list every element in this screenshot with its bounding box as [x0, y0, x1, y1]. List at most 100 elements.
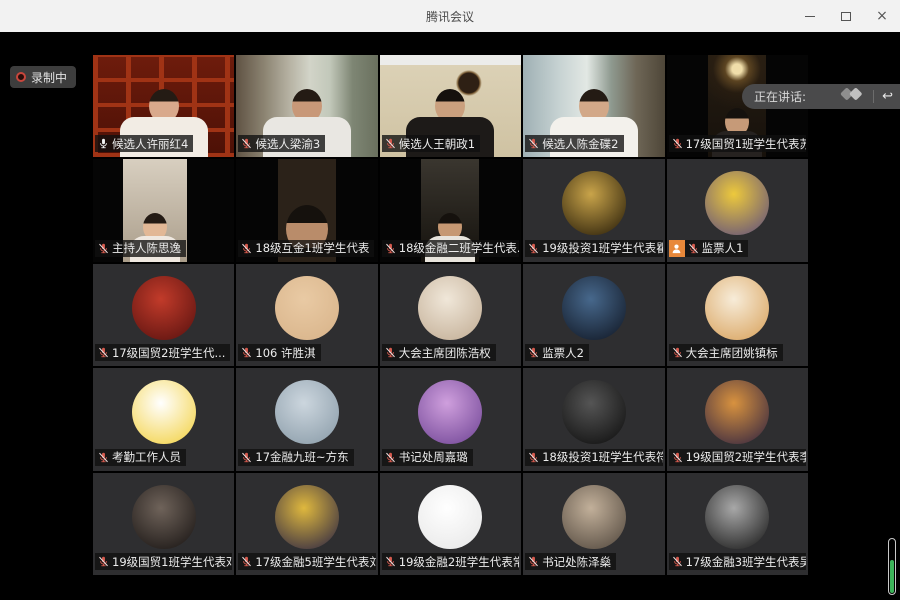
participant-name: 大会主席团姚镇标 — [686, 345, 778, 361]
participant-name-label: 19级国贸2班学生代表李... — [669, 449, 806, 466]
participant-tile[interactable]: 17级金融5班学生代表刘... — [236, 473, 377, 575]
mic-muted-icon — [98, 347, 109, 358]
participant-tile[interactable]: 候选人陈金碟2 — [523, 55, 664, 157]
participant-name-label: 书记处陈泽燊 — [525, 553, 616, 570]
maximize-button[interactable] — [828, 0, 864, 32]
mic-muted-icon — [385, 138, 396, 149]
participant-tile[interactable]: 17金融九班~方东 — [236, 368, 377, 470]
recording-indicator[interactable]: 录制中 — [10, 66, 76, 88]
avatar — [705, 485, 769, 549]
mic-muted-icon — [385, 452, 396, 463]
participant-tile[interactable]: 考勤工作人员 — [93, 368, 234, 470]
participant-name-label: 19级国贸1班学生代表邓... — [95, 553, 232, 570]
mic-muted-icon — [241, 347, 252, 358]
participant-tile[interactable]: 大会主席团姚镇标 — [667, 264, 808, 366]
avatar — [132, 380, 196, 444]
participant-name: 书记处陈泽燊 — [542, 554, 611, 570]
mic-muted-icon — [241, 138, 252, 149]
mic-muted-icon — [528, 556, 539, 567]
participant-name: 候选人许丽红4 — [112, 136, 188, 152]
participant-name-label: 17级国贸2班学生代... — [95, 344, 230, 361]
participant-tile[interactable]: 19级金融2班学生代表常... — [380, 473, 521, 575]
avatar — [562, 485, 626, 549]
scrollbar[interactable] — [888, 538, 896, 595]
avatar — [418, 380, 482, 444]
avatar — [562, 380, 626, 444]
participant-tile[interactable]: 候选人梁渝3 — [236, 55, 377, 157]
avatar — [418, 485, 482, 549]
participant-name-label: 大会主席团陈浩权 — [382, 344, 496, 361]
window-controls: × — [792, 0, 900, 32]
close-button[interactable]: × — [864, 0, 900, 32]
mic-muted-icon — [672, 138, 683, 149]
participant-tile[interactable]: 监票人1 — [667, 159, 808, 261]
reply-arrow-icon[interactable]: ↩ — [882, 89, 893, 104]
participant-name: 19级国贸2班学生代表李... — [686, 449, 806, 465]
participant-name: 主持人陈思逸 — [112, 240, 181, 256]
participant-name-label: 18级互金1班学生代表 — [238, 240, 374, 257]
avatar — [275, 276, 339, 340]
avatar — [705, 276, 769, 340]
mic-muted-icon — [241, 556, 252, 567]
participant-name-label: 18级金融二班学生代表... — [382, 240, 519, 257]
participant-name: 候选人王朝政1 — [399, 136, 475, 152]
window-title: 腾讯会议 — [426, 8, 474, 25]
participant-name-label: 18级投资1班学生代表符... — [525, 449, 662, 466]
participant-name-label: 候选人陈金碟2 — [525, 135, 623, 152]
mic-muted-icon — [528, 452, 539, 463]
participant-name: 19级金融2班学生代表常... — [399, 554, 519, 570]
minimize-icon — [805, 16, 815, 17]
participant-tile[interactable]: 19级投资1班学生代表瞿... — [523, 159, 664, 261]
participant-tile[interactable]: 17级国贸2班学生代... — [93, 264, 234, 366]
avatar — [705, 171, 769, 235]
participant-tile[interactable]: 书记处周嘉璐 — [380, 368, 521, 470]
participant-name-label: 19级金融2班学生代表常... — [382, 553, 519, 570]
participant-name-label: 候选人许丽红4 — [95, 135, 193, 152]
participant-tile[interactable]: 候选人许丽红4 — [93, 55, 234, 157]
scrollbar-thumb[interactable] — [890, 560, 894, 593]
mic-muted-icon — [528, 347, 539, 358]
participant-name: 17级国贸2班学生代... — [112, 345, 225, 361]
participant-tile[interactable]: 候选人王朝政1 — [380, 55, 521, 157]
mic-muted-icon — [385, 243, 396, 254]
minimize-button[interactable] — [792, 0, 828, 32]
avatar — [275, 485, 339, 549]
mic-muted-icon — [98, 243, 109, 254]
participant-name-label: 17级金融3班学生代表吴... — [669, 553, 806, 570]
avatar — [562, 171, 626, 235]
participant-name: 考勤工作人员 — [112, 449, 181, 465]
participant-name: 监票人2 — [542, 345, 584, 361]
participant-tile[interactable]: 18级金融二班学生代表... — [380, 159, 521, 261]
participant-tile[interactable]: 19级国贸1班学生代表邓... — [93, 473, 234, 575]
participant-name: 候选人陈金碟2 — [542, 136, 618, 152]
participant-name: 监票人1 — [702, 240, 744, 256]
participant-name-label: 106 许胜淇 — [238, 344, 320, 361]
participant-name: 106 许胜淇 — [255, 345, 315, 361]
window-titlebar: 腾讯会议 × — [0, 0, 900, 32]
participant-name: 17金融九班~方东 — [255, 449, 348, 465]
participant-grid: 候选人许丽红4 候选人梁渝3 候选人王朝政1 候选人陈金碟2 17级国贸1班学生… — [93, 55, 808, 575]
participant-name-label: 考勤工作人员 — [95, 449, 186, 466]
participant-name-label: 17级国贸1班学生代表苏... — [669, 135, 806, 152]
participant-name: 书记处周嘉璐 — [399, 449, 468, 465]
participant-tile[interactable]: 18级互金1班学生代表 — [236, 159, 377, 261]
participant-tile[interactable]: 书记处陈泽燊 — [523, 473, 664, 575]
layers-icon[interactable] — [838, 87, 868, 107]
participant-name-label: 监票人1 — [669, 240, 749, 257]
participant-name-label: 候选人梁渝3 — [238, 135, 325, 152]
participant-name: 18级投资1班学生代表符... — [542, 449, 662, 465]
participant-tile[interactable]: 17级金融3班学生代表吴... — [667, 473, 808, 575]
participant-tile[interactable]: 18级投资1班学生代表符... — [523, 368, 664, 470]
participant-tile[interactable]: 监票人2 — [523, 264, 664, 366]
participant-tile[interactable]: 大会主席团陈浩权 — [380, 264, 521, 366]
participant-name-label: 候选人王朝政1 — [382, 135, 480, 152]
mic-muted-icon — [672, 347, 683, 358]
participant-tile[interactable]: 19级国贸2班学生代表李... — [667, 368, 808, 470]
participant-name-label: 17级金融5班学生代表刘... — [238, 553, 375, 570]
participant-name-label: 19级投资1班学生代表瞿... — [525, 240, 662, 257]
participant-name: 18级互金1班学生代表 — [255, 240, 369, 256]
participant-tile[interactable]: 106 许胜淇 — [236, 264, 377, 366]
participant-name-label: 主持人陈思逸 — [95, 240, 186, 257]
participant-tile[interactable]: 主持人陈思逸 — [93, 159, 234, 261]
participant-name: 18级金融二班学生代表... — [399, 240, 519, 256]
